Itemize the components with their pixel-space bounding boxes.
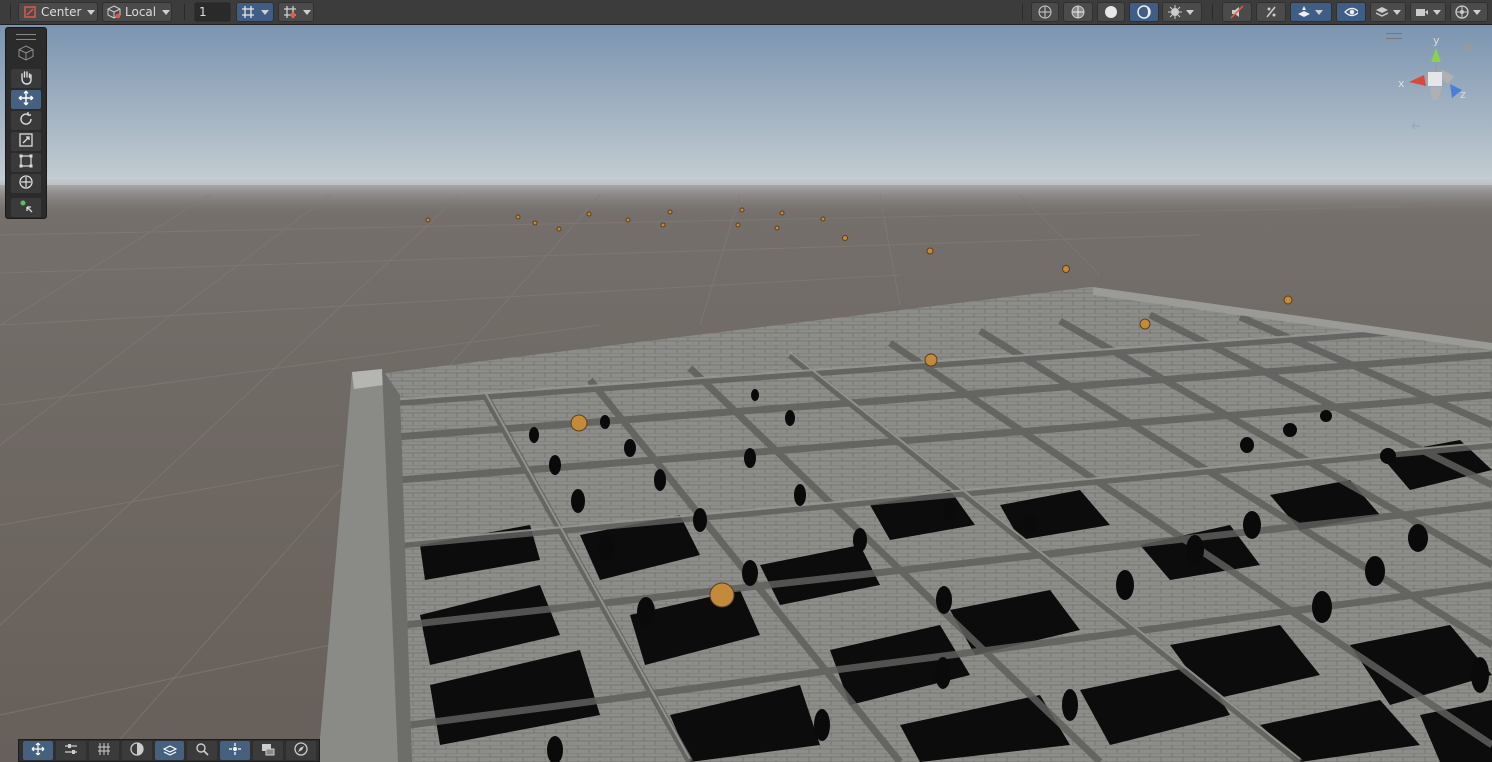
snap-settings-button[interactable] (278, 2, 314, 22)
custom-tool[interactable] (11, 198, 41, 217)
toolbar-separator (1022, 4, 1023, 20)
pivot-space-label: Local (125, 5, 157, 19)
effects-icon (1168, 5, 1182, 19)
scale-icon (18, 132, 34, 151)
shading-overlay-icon (129, 742, 144, 759)
visibility-button[interactable] (1336, 2, 1366, 22)
navmesh-overlay-icon (162, 742, 177, 759)
camera-icon (1415, 5, 1429, 19)
gizmo-x-label: x (1398, 77, 1405, 90)
transform-icon (18, 174, 34, 193)
grid-snap-button[interactable] (236, 2, 274, 22)
tools-overlay (5, 27, 47, 219)
scene-viewport[interactable] (0, 25, 1492, 762)
orientation-gizmo[interactable]: y x z (1390, 32, 1490, 142)
gizmos-toggle-icon (1297, 5, 1311, 19)
chevron-down-icon (1186, 9, 1194, 15)
pivot-mode-dropdown[interactable]: Center (18, 2, 98, 22)
pivot-overlay-icon (228, 742, 242, 759)
toolbar-separator (1212, 4, 1213, 20)
settings-overlay-icon (64, 742, 78, 759)
custom-tool-icon (18, 198, 34, 217)
view-tool[interactable] (11, 45, 41, 64)
move-overlay-icon (31, 742, 45, 759)
compass-overlay-button[interactable] (286, 741, 317, 760)
fx-button[interactable] (1256, 2, 1286, 22)
compass-overlay-icon (294, 742, 308, 759)
shaded-icon (1104, 5, 1118, 19)
snap-settings-icon (283, 5, 297, 19)
gizmos-toggle-button[interactable] (1290, 2, 1332, 22)
pivot-icon (23, 5, 37, 19)
grid-overlay-button[interactable] (88, 741, 119, 760)
scene-render (0, 25, 1492, 762)
pivot-space-dropdown[interactable]: Local (102, 2, 172, 22)
gizmo-dropdown-button[interactable] (1450, 2, 1488, 22)
pivot-mode-label: Center (41, 5, 82, 19)
toolbar-grip (10, 4, 11, 20)
hand-icon (18, 69, 34, 88)
rotate-tool[interactable] (11, 111, 41, 130)
chevron-down-icon (162, 9, 171, 15)
effects-button[interactable] (1162, 2, 1202, 22)
pivot-overlay-button[interactable] (220, 741, 251, 760)
chevron-down-icon (87, 9, 96, 15)
settings-overlay-button[interactable] (55, 741, 86, 760)
globe-icon (1455, 5, 1469, 19)
layers-button[interactable] (1370, 2, 1406, 22)
scene-toolbar: Center Local 1 (0, 0, 1492, 25)
camera-overlay-button[interactable] (253, 741, 284, 760)
gizmo-y-label: y (1433, 34, 1440, 47)
chevron-down-icon (1433, 9, 1441, 15)
shaded-wireframe-button[interactable] (1063, 2, 1093, 22)
chevron-down-icon (1473, 9, 1481, 15)
chevron-down-icon (1315, 9, 1323, 15)
camera-overlay-icon (261, 742, 275, 759)
shading-overlay-button[interactable] (121, 741, 152, 760)
search-overlay-icon (195, 742, 209, 759)
grid-overlay-icon (97, 742, 111, 759)
drag-handle[interactable] (16, 34, 36, 40)
navmesh-overlay-button[interactable] (154, 741, 185, 760)
rect-transform-icon (18, 153, 34, 172)
search-overlay-button[interactable] (187, 741, 218, 760)
cube-icon (18, 45, 34, 64)
layers-icon (1375, 5, 1389, 19)
lighting-button[interactable] (1129, 2, 1159, 22)
toolbar-separator (184, 4, 185, 20)
shaded-button[interactable] (1097, 2, 1125, 22)
move-overlay-button[interactable] (23, 741, 53, 760)
chevron-down-icon (1393, 9, 1401, 15)
bottom-overlay-toolbar (18, 739, 320, 762)
fx-icon (1264, 5, 1278, 19)
rotate-icon (18, 111, 34, 130)
gizmo-z-label: z (1460, 88, 1466, 101)
rect-tool[interactable] (11, 153, 41, 172)
wireframe-icon (1038, 5, 1052, 19)
audio-mute-icon (1230, 5, 1244, 19)
scale-tool[interactable] (11, 132, 41, 151)
snap-increment-value: 1 (199, 5, 207, 19)
audio-mute-button[interactable] (1222, 2, 1252, 22)
lighting-icon (1137, 5, 1151, 19)
move-icon (18, 90, 34, 109)
hand-tool[interactable] (11, 69, 41, 88)
shaded-wireframe-icon (1071, 5, 1085, 19)
camera-settings-button[interactable] (1410, 2, 1446, 22)
snap-increment-field[interactable]: 1 (194, 2, 231, 22)
perspective-icon (1411, 122, 1420, 130)
chevron-down-icon (261, 9, 269, 15)
wireframe-button[interactable] (1031, 2, 1059, 22)
move-tool[interactable] (11, 90, 41, 109)
transform-tool[interactable] (11, 174, 41, 193)
cube-icon (107, 5, 121, 19)
chevron-down-icon (303, 9, 311, 15)
grid-snap-icon (241, 5, 255, 19)
visibility-icon (1344, 5, 1358, 19)
